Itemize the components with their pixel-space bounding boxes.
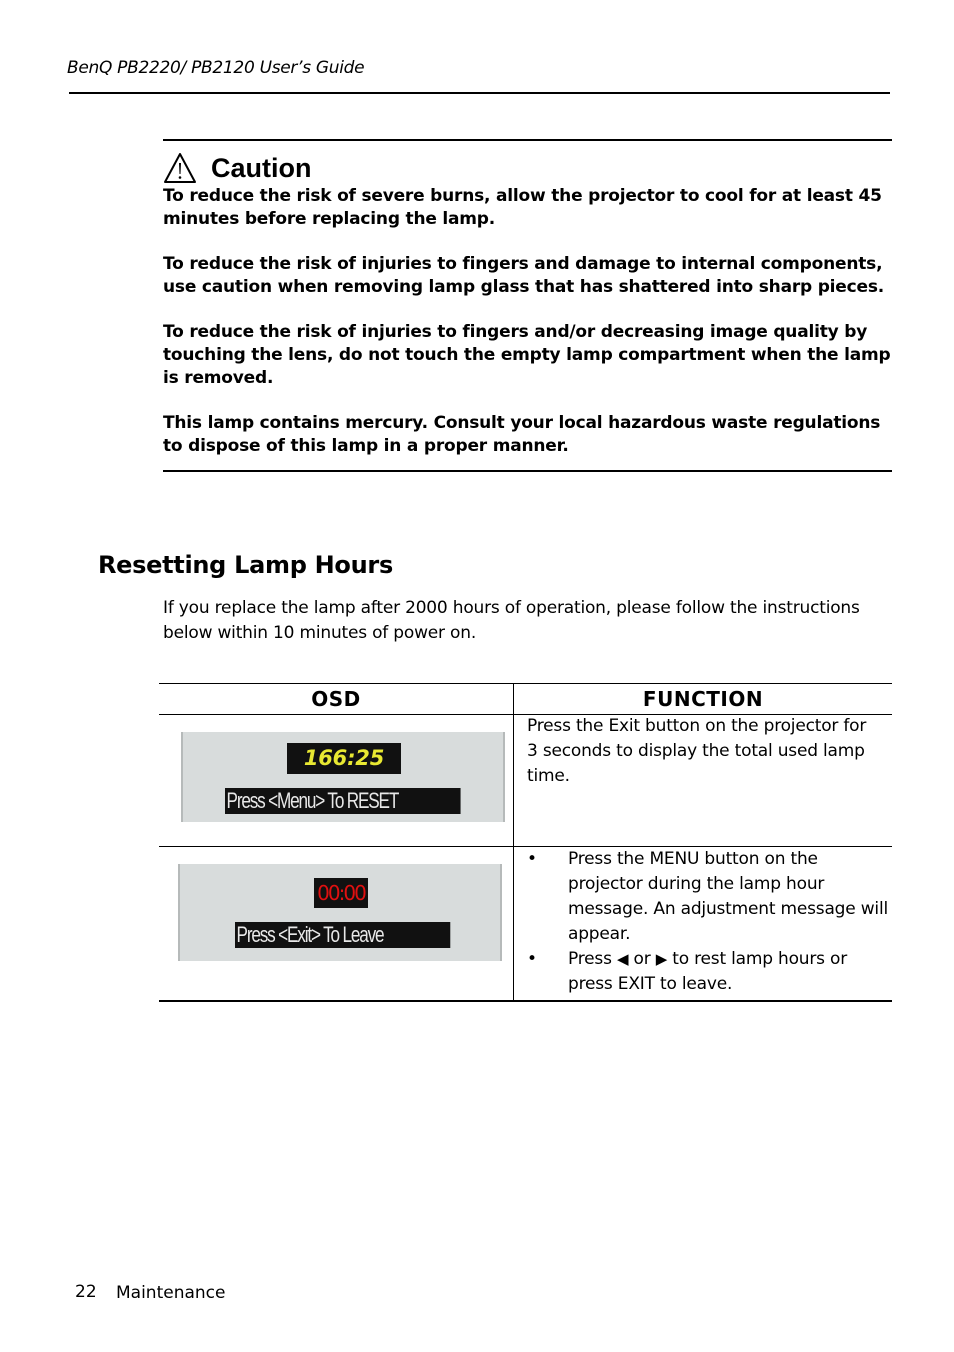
caution-box: Caution To reduce the risk of severe bur… xyxy=(163,139,892,472)
caution-paragraph: To reduce the risk of severe burns, allo… xyxy=(163,186,882,229)
column-header-function: FUNCTION xyxy=(513,683,892,715)
list-item-text: Press xyxy=(568,949,617,969)
header-rule xyxy=(69,92,890,94)
page-number: 22 xyxy=(75,1282,97,1302)
list-item: • Press the MENU button on the projector… xyxy=(527,847,892,947)
caution-paragraph: This lamp contains mercury. Consult your… xyxy=(163,413,881,456)
bullet: • xyxy=(527,849,537,869)
left-arrow-icon: ◀ xyxy=(616,950,629,968)
osd-lamp-time: 00:00 xyxy=(314,878,368,908)
footer-section-label: Maintenance xyxy=(116,1283,226,1303)
section-title: Resetting Lamp Hours xyxy=(98,551,393,579)
function-cell: • Press the MENU button on the projector… xyxy=(513,846,892,1002)
right-arrow-icon: ▶ xyxy=(655,950,668,968)
function-list: • Press the MENU button on the projector… xyxy=(514,847,892,997)
table-row: 166:25 Press <Menu> To RESET Press the E… xyxy=(159,714,892,847)
osd-screenshot-lamp-time: 166:25 Press <Menu> To RESET xyxy=(181,732,505,822)
column-header-osd: OSD xyxy=(159,683,514,715)
function-text: Press the Exit button on the projector f… xyxy=(527,716,867,786)
osd-cell: 00:00 Press <Exit> To Leave xyxy=(159,846,514,1002)
osd-screenshot-reset: 00:00 Press <Exit> To Leave xyxy=(178,864,502,961)
caution-paragraph: To reduce the risk of injuries to finger… xyxy=(163,322,891,388)
osd-cell: 166:25 Press <Menu> To RESET xyxy=(159,714,514,847)
osd-function-table: OSD FUNCTION 166:25 Press <Menu> To RESE… xyxy=(159,683,892,1002)
caution-heading: Caution xyxy=(163,151,892,185)
warning-triangle-icon xyxy=(164,153,196,183)
osd-lamp-time: 166:25 xyxy=(287,743,401,774)
function-cell: Press the Exit button on the projector f… xyxy=(513,714,892,847)
list-item: • Press ◀ or ▶ to rest lamp hours or pre… xyxy=(527,947,892,997)
caution-paragraph: To reduce the risk of injuries to finger… xyxy=(163,254,885,297)
bullet: • xyxy=(527,949,537,969)
osd-message: Press <Exit> To Leave xyxy=(235,922,451,948)
list-item-text: or xyxy=(628,949,656,969)
table-header-row: OSD FUNCTION xyxy=(159,683,892,715)
section-intro: If you replace the lamp after 2000 hours… xyxy=(163,598,860,643)
osd-message: Press <Menu> To RESET xyxy=(225,788,461,814)
list-item-text: Press the MENU button on the projector d… xyxy=(568,849,888,944)
caution-title: Caution xyxy=(211,152,312,183)
table-row: 00:00 Press <Exit> To Leave • Press the … xyxy=(159,846,892,1002)
document-header-title: BenQ PB2220/ PB2120 User’s Guide xyxy=(67,58,365,78)
